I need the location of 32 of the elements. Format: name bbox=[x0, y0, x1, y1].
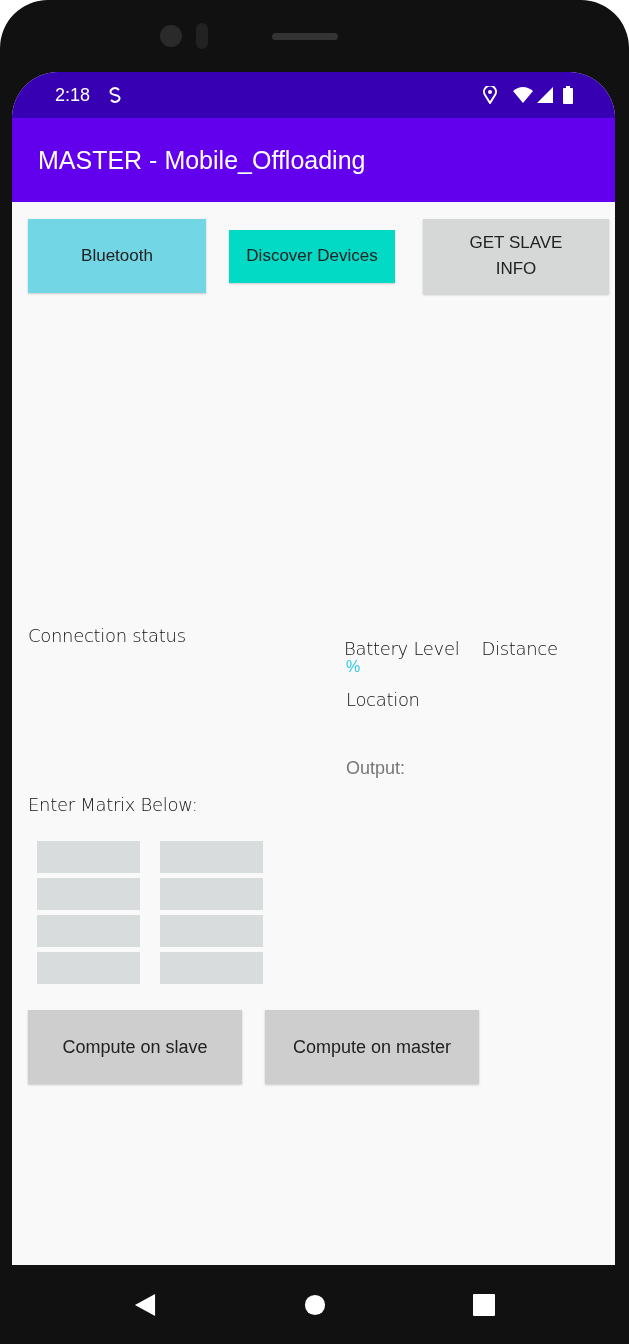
matrix-input-field[interactable] bbox=[160, 841, 263, 873]
compute-button[interactable]: Compute on slave bbox=[28, 1010, 242, 1084]
matrix-input-field[interactable] bbox=[37, 915, 140, 947]
overview-icon[interactable] bbox=[473, 1293, 495, 1316]
matrix-input-field[interactable] bbox=[160, 878, 263, 910]
back-icon[interactable] bbox=[134, 1293, 156, 1316]
status-time: 2:18 bbox=[55, 84, 91, 106]
distance-label: Distance bbox=[481, 638, 558, 659]
app-title: MASTER - Mobile_Offloading bbox=[38, 145, 366, 175]
matrix-input-field[interactable] bbox=[160, 952, 263, 984]
location-icon bbox=[483, 86, 497, 104]
matrix-input-field[interactable] bbox=[37, 841, 140, 873]
info-button[interactable]: GET SLAVE INFO bbox=[423, 218, 609, 294]
front-camera-icon bbox=[160, 25, 182, 47]
battery-unit: % bbox=[346, 659, 361, 675]
signal-icon bbox=[537, 87, 553, 103]
compute-button[interactable]: Compute on master bbox=[265, 1010, 479, 1084]
battery-level-label: Battery Level bbox=[344, 638, 460, 659]
home-icon[interactable] bbox=[303, 1293, 326, 1316]
sim-icon bbox=[108, 86, 123, 104]
matrix-label: Enter Matrix Below: bbox=[28, 794, 199, 815]
wifi-icon bbox=[513, 87, 533, 103]
discover-button[interactable]: Discover Devices bbox=[229, 229, 395, 283]
output-label: Output: bbox=[346, 758, 407, 779]
bluetooth-button[interactable]: Bluetooth bbox=[28, 219, 206, 293]
location-label: Location bbox=[346, 689, 421, 710]
battery-icon bbox=[563, 86, 573, 104]
speaker-icon bbox=[272, 32, 338, 40]
matrix-input-field[interactable] bbox=[37, 952, 140, 984]
connection-status-label: Connection status bbox=[28, 625, 187, 646]
matrix-input-field[interactable] bbox=[37, 878, 140, 910]
matrix-input-field[interactable] bbox=[160, 915, 263, 947]
